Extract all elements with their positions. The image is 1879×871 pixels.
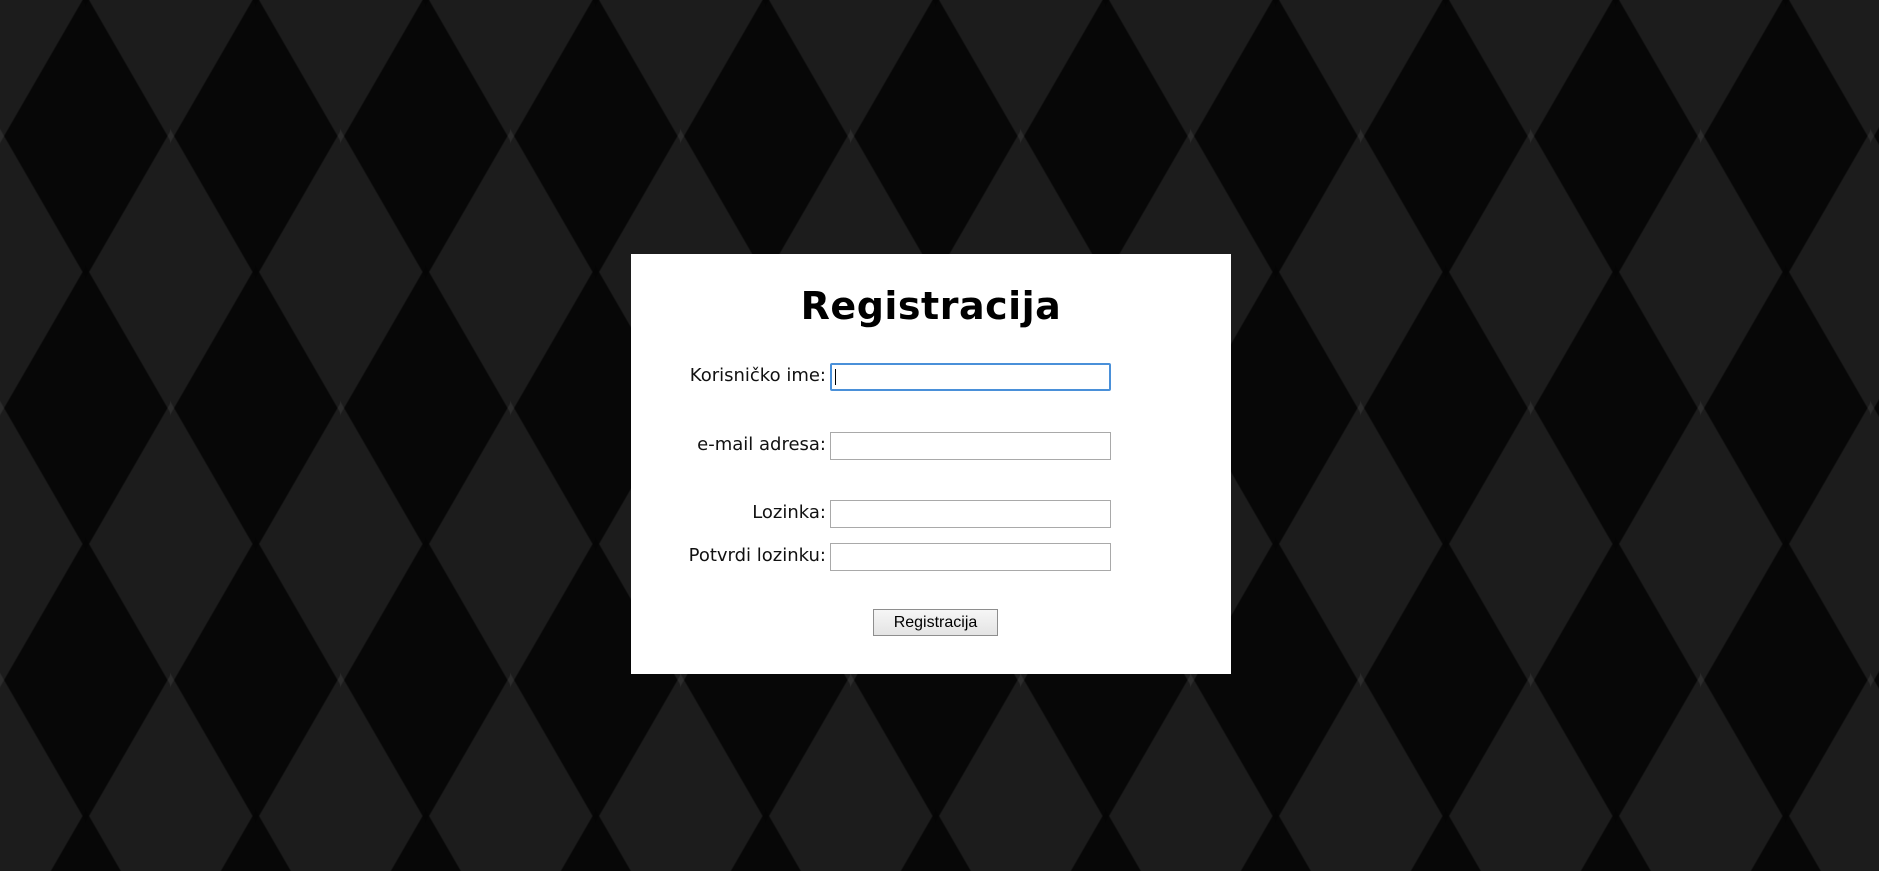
email-label: e-mail adresa:	[697, 434, 826, 455]
confirm-password-label: Potvrdi lozinku:	[688, 545, 826, 566]
password-input[interactable]	[830, 500, 1111, 528]
email-input[interactable]	[830, 432, 1111, 460]
confirm-password-input[interactable]	[830, 543, 1111, 571]
text-cursor	[835, 369, 836, 385]
email-row: e-mail adresa:	[631, 432, 1231, 460]
username-row: Korisničko ime:	[631, 363, 1231, 391]
confirm-password-row: Potvrdi lozinku:	[631, 543, 1231, 571]
password-row: Lozinka:	[631, 500, 1231, 528]
form-title: Registracija	[800, 284, 1062, 328]
register-button[interactable]: Registracija	[873, 609, 998, 636]
username-label: Korisničko ime:	[689, 365, 826, 386]
username-input[interactable]	[830, 363, 1111, 391]
registration-panel: Registracija Korisničko ime: e-mail adre…	[631, 254, 1231, 674]
password-label: Lozinka:	[752, 502, 826, 523]
